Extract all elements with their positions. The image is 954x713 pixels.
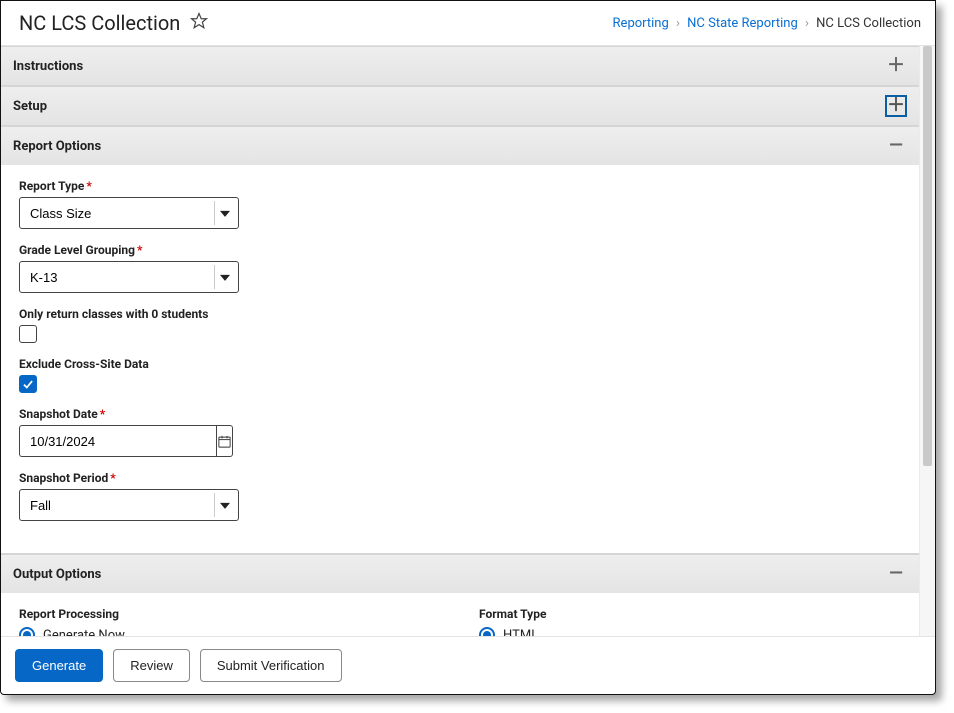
required-marker: * — [137, 243, 142, 257]
grade-level-label: Grade Level Grouping* — [19, 243, 901, 257]
snapshot-date-label: Snapshot Date* — [19, 407, 901, 421]
chevron-right-icon: › — [672, 16, 684, 31]
radio-icon — [19, 627, 35, 636]
collapse-icon[interactable]: — — [885, 135, 907, 157]
exclude-cross-label: Exclude Cross-Site Data — [19, 357, 901, 371]
breadcrumb-current: NC LCS Collection — [816, 16, 921, 31]
section-setup-label: Setup — [13, 99, 47, 114]
expand-icon[interactable]: ＋ — [885, 55, 907, 77]
report-type-select[interactable]: Class Size — [19, 197, 239, 229]
grade-level-select[interactable]: K-13 — [19, 261, 239, 293]
radio-generate-now[interactable]: Generate Now — [19, 627, 419, 636]
section-instructions-label: Instructions — [13, 59, 83, 74]
submit-verification-button[interactable]: Submit Verification — [200, 649, 342, 682]
format-type-label: Format Type — [479, 607, 879, 621]
footer-actions: Generate Review Submit Verification — [1, 636, 935, 694]
section-instructions-header[interactable]: Instructions ＋ — [1, 46, 919, 85]
calendar-icon[interactable] — [216, 425, 233, 457]
required-marker: * — [110, 471, 115, 485]
section-output-options-label: Output Options — [13, 567, 101, 582]
radio-format-html[interactable]: HTML — [479, 627, 879, 636]
report-processing-label: Report Processing — [19, 607, 419, 621]
breadcrumb-reporting[interactable]: Reporting — [613, 16, 669, 31]
breadcrumb-nc-state-reporting[interactable]: NC State Reporting — [687, 16, 798, 31]
review-button[interactable]: Review — [113, 649, 190, 682]
collapse-icon[interactable]: — — [885, 563, 907, 585]
section-report-options-label: Report Options — [13, 139, 101, 154]
page-header: NC LCS Collection Reporting › NC State R… — [1, 1, 935, 46]
snapshot-period-label: Snapshot Period* — [19, 471, 901, 485]
required-marker: * — [86, 179, 91, 193]
report-type-label: Report Type* — [19, 179, 901, 193]
snapshot-period-select[interactable]: Fall — [19, 489, 239, 521]
section-setup-header[interactable]: Setup ＋ — [1, 86, 919, 125]
scrollbar[interactable] — [919, 46, 935, 636]
scrollbar-thumb[interactable] — [923, 46, 932, 466]
favorite-star-icon[interactable] — [190, 12, 208, 34]
chevron-right-icon: › — [801, 16, 813, 31]
only-zero-label: Only return classes with 0 students — [19, 307, 901, 321]
only-zero-checkbox[interactable] — [19, 325, 37, 343]
section-output-options-header[interactable]: Output Options — — [1, 554, 919, 593]
exclude-cross-checkbox[interactable] — [19, 375, 37, 393]
section-report-options-header[interactable]: Report Options — — [1, 126, 919, 165]
required-marker: * — [100, 407, 105, 421]
radio-icon — [479, 627, 495, 636]
expand-icon[interactable]: ＋ — [885, 95, 907, 117]
generate-button[interactable]: Generate — [15, 649, 103, 682]
page-title: NC LCS Collection — [19, 11, 180, 35]
breadcrumb: Reporting › NC State Reporting › NC LCS … — [613, 16, 921, 31]
snapshot-date-input[interactable] — [19, 425, 216, 457]
